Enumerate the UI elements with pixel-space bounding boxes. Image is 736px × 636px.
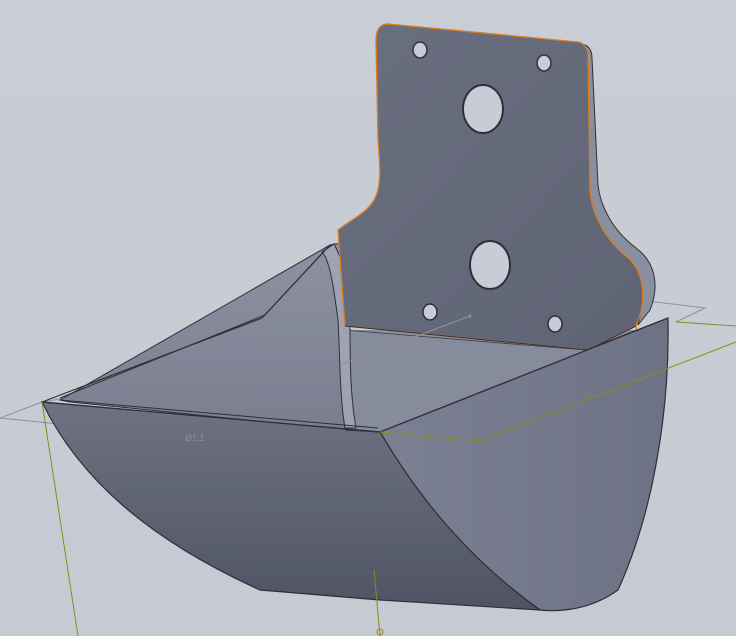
mounting-hole-top-left[interactable] [412, 41, 428, 59]
mounting-hole-bottom-left[interactable] [422, 303, 438, 321]
large-hole-upper[interactable] [462, 84, 504, 134]
mounting-hole-top-right[interactable] [536, 54, 552, 72]
model-canvas[interactable]: Ø1.1 [0, 0, 736, 636]
back-mounting-plate[interactable] [337, 23, 656, 353]
cad-graphics-viewport[interactable]: Ø1.1 [0, 0, 736, 636]
dimension-annotation[interactable]: Ø1.1 [185, 433, 205, 443]
large-hole-lower[interactable] [469, 240, 511, 290]
mounting-hole-bottom-right[interactable] [547, 315, 563, 333]
